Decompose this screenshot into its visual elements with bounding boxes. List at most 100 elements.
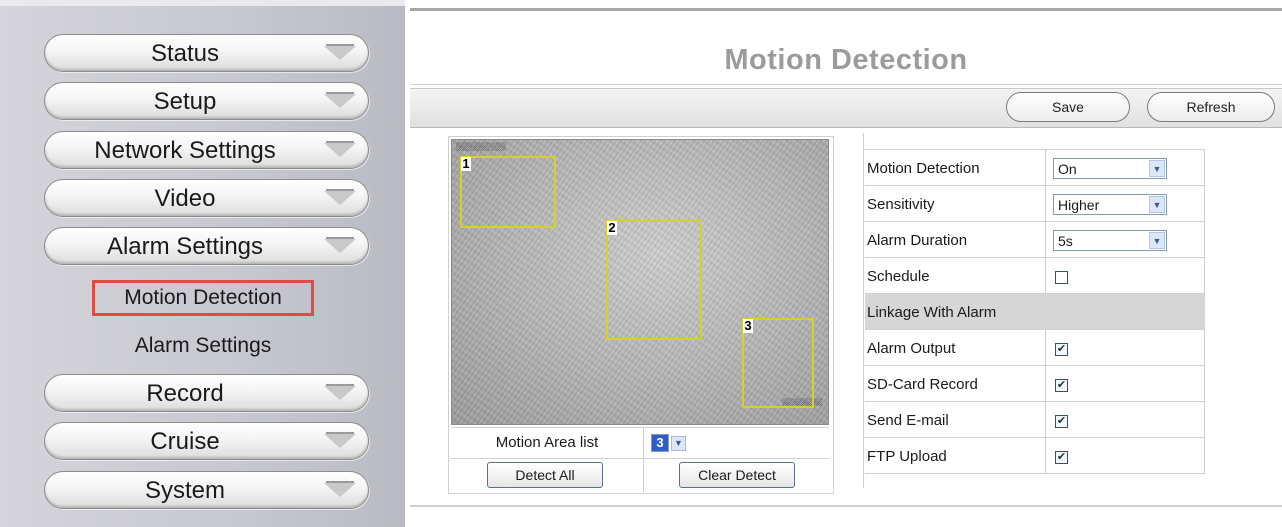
menu-system[interactable]: System	[44, 471, 369, 509]
chevron-down-icon: ▼	[1149, 232, 1165, 249]
settings-left-border	[863, 133, 864, 488]
setting-value-cell: On ▼	[1047, 150, 1205, 185]
divider	[410, 84, 1282, 85]
setting-value-cell	[1047, 258, 1205, 293]
checkmark-icon: ✔	[1056, 415, 1067, 427]
menu-label: Status	[150, 40, 220, 67]
menu-status[interactable]: Status	[44, 34, 369, 72]
menu-label: Cruise	[150, 428, 220, 455]
setting-label: Schedule	[865, 258, 1046, 293]
checkmark-icon: ✔	[1056, 343, 1067, 355]
checkmark-icon: ✔	[1056, 451, 1067, 463]
settings-table: Motion Detection On ▼ Sensitivity Higher…	[865, 150, 1205, 474]
setting-row-ftp-upload: FTP Upload ✔	[865, 438, 1205, 474]
motion-detection-select[interactable]: On ▼	[1053, 158, 1167, 179]
motion-area-list-label: Motion Area list	[451, 428, 644, 458]
divider	[643, 459, 644, 492]
setting-row-alarm-output: Alarm Output ✔	[865, 330, 1205, 366]
menu-label: System	[144, 477, 225, 504]
submenu-alarm-settings[interactable]: Alarm Settings	[92, 328, 314, 364]
menu-cruise[interactable]: Cruise	[44, 422, 369, 460]
menu-alarm-settings[interactable]: Alarm Settings	[44, 227, 369, 265]
motion-zone-2[interactable]: 2	[606, 220, 702, 340]
chevron-down-icon	[324, 92, 356, 108]
chevron-down-icon	[324, 189, 356, 205]
section-label: Linkage With Alarm	[867, 304, 997, 321]
refresh-button[interactable]: Refresh	[1147, 92, 1275, 122]
sidebar: Status Setup Network Settings Video Alar…	[0, 0, 405, 527]
detect-button-row: Detect All Clear Detect	[451, 458, 829, 492]
menu-label: Alarm Settings	[106, 233, 264, 260]
menu-video[interactable]: Video	[44, 179, 369, 217]
main-content: Motion Detection Save Refresh ░░░░░░░░░░…	[410, 0, 1282, 527]
menu-label: Setup	[153, 88, 217, 115]
setting-row-sensitivity: Sensitivity Higher ▼	[865, 186, 1205, 222]
setting-row-sd-card-record: SD-Card Record ✔	[865, 366, 1205, 402]
motion-area-row: Motion Area list 3 ▼	[451, 427, 829, 458]
setting-row-schedule: Schedule	[865, 258, 1205, 294]
chevron-down-icon: ▼	[1149, 160, 1165, 177]
select-value: On	[1058, 161, 1077, 177]
detect-all-button[interactable]: Detect All	[487, 462, 603, 488]
page-title: Motion Detection	[724, 44, 968, 76]
camera-panel: ░░░░░░░░░░░░ ░░░░░░░░░░░ 1 2 3 Motion Ar…	[448, 136, 834, 494]
chevron-down-icon	[324, 44, 356, 60]
setting-label: FTP Upload	[865, 438, 1046, 473]
setting-value-cell: ✔	[1047, 366, 1205, 401]
chevron-down-icon	[324, 432, 356, 448]
chevron-down-icon: ▼	[1149, 196, 1165, 213]
menu-setup[interactable]: Setup	[44, 82, 369, 120]
toolbar: Save Refresh	[410, 88, 1282, 128]
menu-label: Record	[146, 380, 224, 407]
chevron-down-icon	[324, 481, 356, 497]
menu-network-settings[interactable]: Network Settings	[44, 131, 369, 169]
select-value: Higher	[1058, 197, 1100, 213]
clear-detect-button[interactable]: Clear Detect	[679, 462, 795, 488]
menu-label: Video	[154, 185, 216, 212]
motion-zone-1[interactable]: 1	[460, 156, 556, 228]
chevron-down-icon: ▼	[671, 436, 686, 451]
zone-number: 2	[607, 220, 617, 235]
setting-value-cell: ✔	[1047, 438, 1205, 473]
setting-label: Send E-mail	[865, 402, 1046, 437]
schedule-checkbox[interactable]	[1055, 271, 1068, 284]
sensitivity-select[interactable]: Higher ▼	[1053, 194, 1167, 215]
setting-label: Motion Detection	[865, 150, 1046, 185]
camera-preview[interactable]: ░░░░░░░░░░░░ ░░░░░░░░░░░ 1 2 3	[451, 139, 829, 425]
chevron-down-icon	[324, 384, 356, 400]
chevron-down-icon	[324, 237, 356, 253]
setting-row-send-email: Send E-mail ✔	[865, 402, 1205, 438]
menu-record[interactable]: Record	[44, 374, 369, 412]
divider	[410, 505, 1282, 507]
setting-value-cell: ✔	[1047, 402, 1205, 437]
setting-value-cell: ✔	[1047, 330, 1205, 365]
setting-value-cell: 5s ▼	[1047, 222, 1205, 257]
save-button[interactable]: Save	[1006, 92, 1130, 122]
setting-row-motion-detection: Motion Detection On ▼	[865, 150, 1205, 186]
sd-card-record-checkbox[interactable]: ✔	[1055, 379, 1068, 392]
menu-label: Network Settings	[94, 137, 276, 164]
zone-number: 3	[743, 318, 753, 333]
setting-row-alarm-duration: Alarm Duration 5s ▼	[865, 222, 1205, 258]
motion-area-value: 3	[651, 434, 669, 452]
zone-number: 1	[461, 156, 471, 171]
checkmark-icon: ✔	[1056, 379, 1067, 391]
setting-value-cell: Higher ▼	[1047, 186, 1205, 221]
submenu-motion-detection[interactable]: Motion Detection	[92, 280, 314, 316]
camera-timestamp-overlay: ░░░░░░░░░░░░	[456, 143, 507, 151]
ftp-upload-checkbox[interactable]: ✔	[1055, 451, 1068, 464]
setting-label: Sensitivity	[865, 186, 1046, 221]
setting-label: Alarm Output	[865, 330, 1046, 365]
alarm-duration-select[interactable]: 5s ▼	[1053, 230, 1167, 251]
motion-zone-3[interactable]: 3	[742, 318, 814, 408]
setting-section-linkage: Linkage With Alarm	[865, 294, 1205, 330]
chevron-down-icon	[324, 141, 356, 157]
sidebar-top-border	[0, 0, 405, 6]
setting-label: SD-Card Record	[865, 366, 1046, 401]
alarm-output-checkbox[interactable]: ✔	[1055, 343, 1068, 356]
send-email-checkbox[interactable]: ✔	[1055, 415, 1068, 428]
select-value: 5s	[1058, 233, 1073, 249]
top-border	[410, 8, 1282, 11]
motion-area-select[interactable]: 3 ▼	[651, 434, 691, 452]
setting-label: Alarm Duration	[865, 222, 1046, 257]
